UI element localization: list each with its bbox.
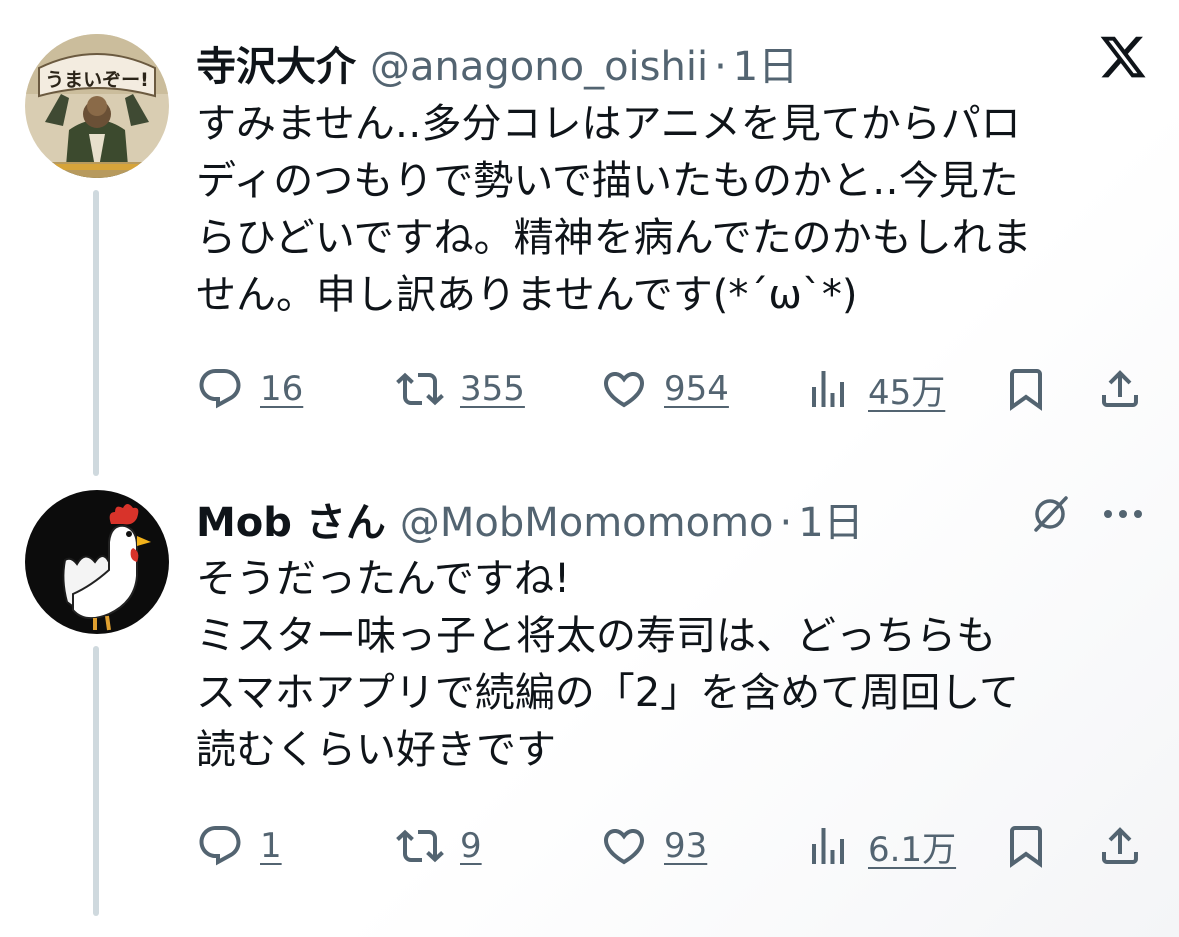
retweet-icon — [396, 829, 444, 863]
reply-count[interactable]: 1 — [260, 826, 282, 866]
reply-icon — [199, 369, 241, 409]
reply-icon — [199, 826, 241, 866]
view-count[interactable]: 45万 — [868, 365, 945, 414]
bookmark-icon — [1010, 369, 1042, 411]
reply-button[interactable]: 16 — [196, 361, 303, 417]
retweet-icon — [396, 372, 444, 406]
tweet-header: 寺沢大介 @anagono_oishii · 1日 — [196, 34, 798, 92]
avatar[interactable]: うまいぞー! — [25, 34, 169, 178]
tweet-text: そうだったんですね! ミスター味っ子と将太の寿司は、どっちらも スマホアプリで続… — [196, 556, 1020, 773]
like-count[interactable]: 954 — [664, 369, 729, 409]
action-bar: 1 9 93 6.1万 — [196, 818, 1148, 874]
timestamp[interactable]: 1日 — [798, 490, 863, 548]
thread-line-1 — [93, 190, 99, 476]
views-icon — [812, 371, 844, 407]
thread-line-2 — [93, 646, 99, 916]
author-handle[interactable]: @anagono_oishii — [370, 44, 708, 90]
retweet-count[interactable]: 355 — [460, 369, 525, 409]
retweet-button[interactable]: 355 — [396, 361, 525, 417]
view-count[interactable]: 6.1万 — [868, 822, 956, 871]
author-name[interactable]: Mob さん — [196, 490, 386, 548]
views-button[interactable]: 6.1万 — [804, 818, 956, 874]
bookmark-button[interactable] — [1002, 361, 1050, 417]
separator-dot: · — [779, 500, 793, 546]
x-logo-icon[interactable] — [1096, 30, 1150, 84]
author-handle[interactable]: @MobMomomomo — [400, 500, 774, 546]
tweet-text: すみません‥多分コレはアニメを見てからパロ ディのつもりで勢いで描いたものかと‥… — [196, 101, 1032, 318]
bookmark-icon — [1010, 826, 1042, 868]
share-icon — [1102, 370, 1138, 407]
avatar[interactable] — [25, 490, 169, 634]
timestamp[interactable]: 1日 — [733, 34, 798, 92]
share-button[interactable] — [1096, 818, 1144, 874]
like-button[interactable]: 93 — [600, 818, 707, 874]
like-button[interactable]: 954 — [600, 361, 729, 417]
grok-icon[interactable] — [1024, 488, 1076, 540]
share-icon — [1102, 827, 1138, 864]
views-button[interactable]: 45万 — [804, 361, 945, 417]
views-icon — [812, 828, 844, 864]
share-button[interactable] — [1096, 361, 1144, 417]
more-icon[interactable] — [1098, 496, 1148, 532]
like-count[interactable]: 93 — [664, 826, 707, 866]
author-name[interactable]: 寺沢大介 — [196, 34, 356, 92]
heart-icon — [603, 829, 645, 865]
avatar-sign-text: うまいぞー! — [45, 69, 149, 91]
retweet-count[interactable]: 9 — [460, 826, 482, 866]
bookmark-button[interactable] — [1002, 818, 1050, 874]
reply-button[interactable]: 1 — [196, 818, 282, 874]
heart-icon — [603, 372, 645, 408]
reply-count[interactable]: 16 — [260, 369, 303, 409]
retweet-button[interactable]: 9 — [396, 818, 482, 874]
tweet-header: Mob さん @MobMomomomo · 1日 — [196, 490, 864, 548]
separator-dot: · — [714, 44, 727, 90]
action-bar: 16 355 954 45万 — [196, 361, 1148, 417]
